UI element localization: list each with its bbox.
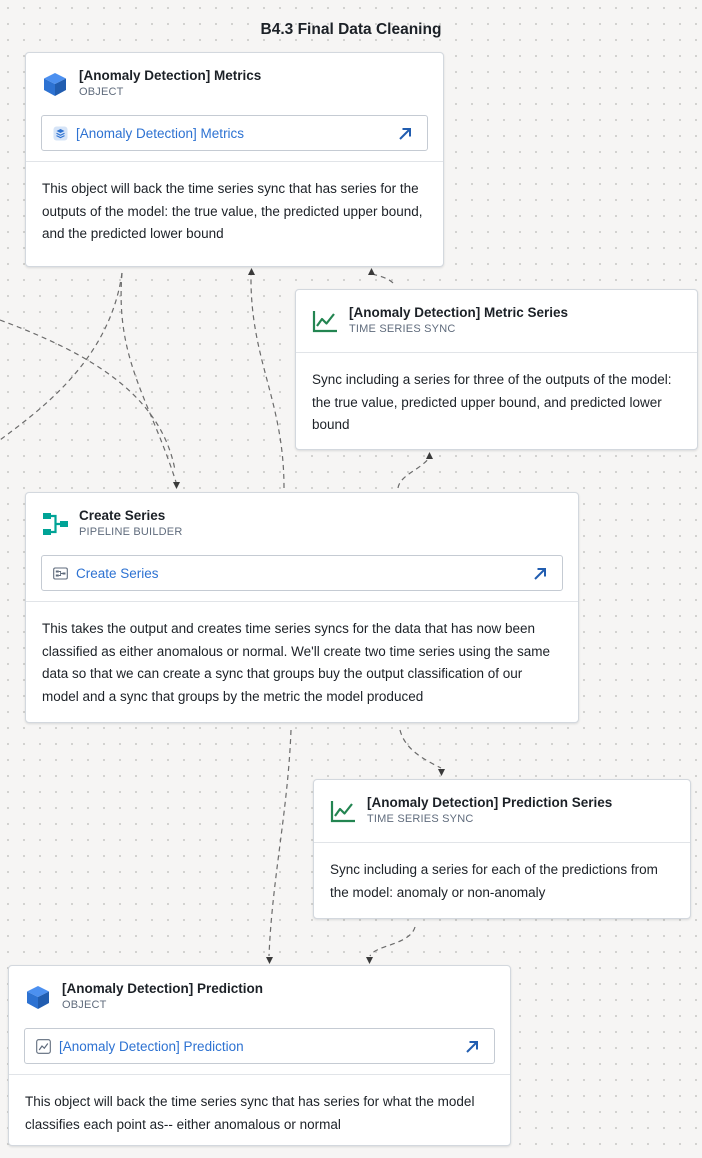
edge-create-series-to-metrics — [250, 274, 285, 489]
node-title: [Anomaly Detection] Metrics — [79, 68, 262, 83]
node-type: OBJECT — [62, 999, 107, 1011]
line-chart-icon — [312, 311, 337, 333]
node-header: [Anomaly Detection] Metrics OBJECT — [26, 53, 443, 115]
node-metric-series-sync[interactable]: [Anomaly Detection] Metric Series TIME S… — [295, 289, 698, 450]
node-prediction-series-sync[interactable]: [Anomaly Detection] Prediction Series TI… — [313, 779, 691, 919]
edge-create-series-to-metric-series — [397, 457, 430, 489]
resource-link[interactable]: [Anomaly Detection] Metrics — [41, 115, 428, 151]
arrowhead-create-series-in-1 — [173, 482, 180, 489]
node-description: This object will back the time series sy… — [25, 1094, 475, 1132]
arrowhead-prediction-in-1 — [266, 957, 273, 964]
node-description: This object will back the time series sy… — [42, 181, 423, 241]
arrowhead-metric-series-in — [426, 452, 433, 459]
edge-metrics-to-left-offscreen — [0, 272, 123, 441]
resource-link[interactable]: Create Series — [41, 555, 563, 591]
arrowhead-metrics-in-1 — [248, 268, 255, 275]
arrowhead-metrics-in-2 — [368, 268, 375, 275]
edge-create-series-to-prediction-series — [399, 729, 442, 769]
pipeline-icon — [43, 513, 68, 535]
edge-metrics-to-create-series — [120, 272, 177, 483]
node-description: Sync including a series for each of the … — [330, 862, 658, 900]
node-header: [Anomaly Detection] Prediction Series TI… — [314, 780, 690, 842]
edge-prediction-series-to-prediction — [369, 926, 416, 957]
node-header: [Anomaly Detection] Prediction OBJECT — [9, 966, 510, 1028]
edge-metric-series-to-metrics — [371, 273, 394, 284]
line-chart-icon — [330, 801, 355, 823]
node-title: [Anomaly Detection] Prediction Series — [367, 795, 613, 810]
resource-link-label[interactable]: [Anomaly Detection] Metrics — [76, 126, 244, 141]
node-header: Create Series PIPELINE BUILDER — [26, 493, 578, 555]
node-metrics-object[interactable]: [Anomaly Detection] Metrics OBJECT [Anom… — [25, 52, 444, 267]
section-title: B4.3 Final Data Cleaning — [260, 21, 442, 38]
node-title: [Anomaly Detection] Prediction — [62, 981, 264, 996]
node-type: OBJECT — [79, 86, 124, 98]
node-prediction-object[interactable]: [Anomaly Detection] Prediction OBJECT [A… — [8, 965, 511, 1146]
node-description: Sync including a series for three of the… — [312, 372, 672, 432]
open-external-arrow-icon[interactable] — [532, 566, 548, 582]
cube-icon — [44, 73, 66, 96]
node-create-series[interactable]: Create Series PIPELINE BUILDER Create Se… — [25, 492, 579, 723]
open-external-arrow-icon[interactable] — [397, 126, 413, 142]
pipeline-file-icon — [53, 567, 68, 580]
arrowhead-prediction-series-in — [438, 769, 445, 776]
edge-left-offscreen-to-create-series — [0, 319, 176, 471]
node-header: [Anomaly Detection] Metric Series TIME S… — [296, 290, 697, 352]
node-title: [Anomaly Detection] Metric Series — [349, 305, 569, 320]
open-external-arrow-icon[interactable] — [464, 1039, 480, 1055]
cube-icon — [27, 986, 49, 1009]
arrowhead-prediction-in-2 — [366, 957, 373, 964]
node-description: This takes the output and creates time s… — [42, 621, 551, 704]
edge-create-series-to-prediction — [268, 729, 292, 957]
resource-link-label[interactable]: Create Series — [76, 566, 159, 581]
node-type: PIPELINE BUILDER — [79, 526, 183, 538]
node-type: TIME SERIES SYNC — [349, 323, 456, 335]
resource-link-label[interactable]: [Anomaly Detection] Prediction — [59, 1039, 244, 1054]
resource-link[interactable]: [Anomaly Detection] Prediction — [24, 1028, 495, 1064]
node-title: Create Series — [79, 508, 166, 523]
node-type: TIME SERIES SYNC — [367, 813, 474, 825]
chart-file-icon — [36, 1039, 51, 1054]
object-stack-icon — [53, 126, 68, 141]
